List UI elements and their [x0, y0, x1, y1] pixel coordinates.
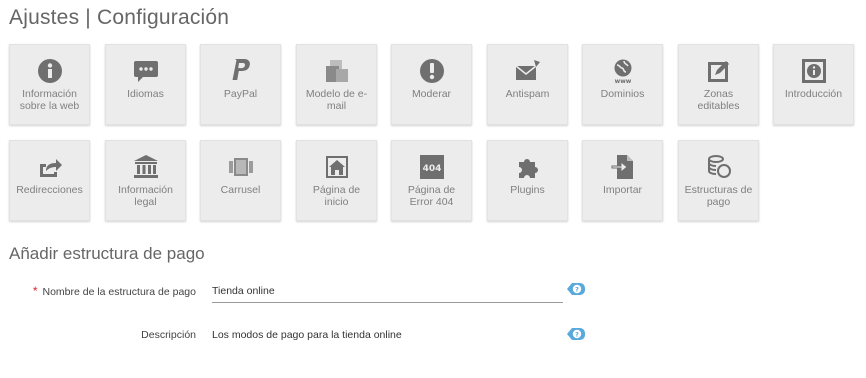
- required-marker: *: [32, 284, 38, 298]
- tile-label: PayPal: [223, 88, 258, 100]
- tile-label: Introducción: [784, 88, 843, 100]
- tile-label: Moderar: [411, 88, 452, 100]
- chat-bubble-icon: [106, 58, 185, 84]
- tile-label: Importar: [602, 184, 643, 196]
- tile-label: Plugins: [510, 184, 545, 196]
- alert-circle-icon: [392, 58, 471, 84]
- share-arrow-icon: [10, 154, 89, 180]
- form-row-name: * Nombre de la estructura de pago ?: [0, 280, 866, 314]
- form-section-title: Añadir estructura de pago: [9, 244, 205, 263]
- tile-label: Zonas editables: [697, 88, 740, 112]
- info-box-icon: [774, 58, 853, 84]
- svg-text:www: www: [614, 78, 631, 84]
- name-label-text: Nombre de la estructura de pago: [42, 286, 196, 298]
- info-circle-icon: [10, 58, 89, 84]
- tile-introduccion[interactable]: Introducción: [773, 44, 854, 125]
- page-title: Ajustes | Configuración: [9, 6, 230, 29]
- tile-label: Página de Error 404: [407, 184, 456, 208]
- payment-structure-name-input[interactable]: [212, 280, 563, 303]
- puzzle-icon: [488, 154, 567, 180]
- tile-label: Carrusel: [220, 184, 261, 196]
- tile-pagina-de-error-404[interactable]: 404 Página de Error 404: [391, 140, 472, 221]
- tile-label: Modelo de e-mail: [305, 88, 368, 112]
- description-input[interactable]: [212, 325, 563, 345]
- tile-label: Página de inicio: [312, 184, 361, 208]
- tile-paypal[interactable]: PayPal: [200, 44, 281, 125]
- import-file-icon: [583, 154, 662, 180]
- tile-modelo-de-e-mail[interactable]: Modelo de e-mail: [296, 44, 377, 125]
- name-field-label: * Nombre de la estructura de pago: [33, 284, 196, 298]
- tile-carrusel[interactable]: Carrusel: [200, 140, 281, 221]
- svg-text:404: 404: [422, 164, 441, 174]
- tile-label: Antispam: [505, 88, 550, 100]
- tile-redirecciones[interactable]: Redirecciones: [9, 140, 90, 221]
- tile-label: Idiomas: [127, 88, 164, 100]
- error-404-icon: 404: [392, 154, 471, 180]
- tile-idiomas[interactable]: Idiomas: [105, 44, 186, 125]
- tile-importar[interactable]: Importar: [582, 140, 663, 221]
- carousel-icon: [201, 154, 280, 180]
- help-icon[interactable]: ?: [566, 280, 586, 298]
- globe-www-icon: www: [583, 58, 662, 84]
- svg-text:?: ?: [575, 331, 579, 339]
- tile-antispam[interactable]: Antispam: [487, 44, 568, 125]
- coins-stack-icon: [679, 154, 758, 180]
- envelope-icon: [488, 58, 567, 84]
- home-page-icon: [297, 154, 376, 180]
- documents-icon: [297, 58, 376, 84]
- tile-label: Estructuras de pago: [684, 184, 753, 208]
- help-icon[interactable]: ?: [566, 325, 586, 343]
- paypal-icon: [201, 58, 280, 84]
- form-row-description: Descripción ?: [0, 325, 866, 359]
- svg-text:?: ?: [575, 286, 579, 294]
- tile-zonas-editables[interactable]: Zonas editables: [678, 44, 759, 125]
- edit-box-icon: [679, 58, 758, 84]
- tile-plugins[interactable]: Plugins: [487, 140, 568, 221]
- tile-label: Información sobre la web: [19, 88, 80, 112]
- tile-label: Dominios: [600, 88, 645, 100]
- bank-building-icon: [106, 154, 185, 180]
- tile-estructuras-de-pago[interactable]: Estructuras de pago: [678, 140, 759, 221]
- tile-label: Redirecciones: [16, 184, 83, 196]
- tile-informacion-sobre-la-web[interactable]: Información sobre la web: [9, 44, 90, 125]
- description-field-label: Descripción: [141, 329, 196, 341]
- tile-informacion-legal[interactable]: Información legal: [105, 140, 186, 221]
- tile-moderar[interactable]: Moderar: [391, 44, 472, 125]
- tile-pagina-de-inicio[interactable]: Página de inicio: [296, 140, 377, 221]
- tile-dominios[interactable]: www Dominios: [582, 44, 663, 125]
- tile-label: Información legal: [118, 184, 173, 208]
